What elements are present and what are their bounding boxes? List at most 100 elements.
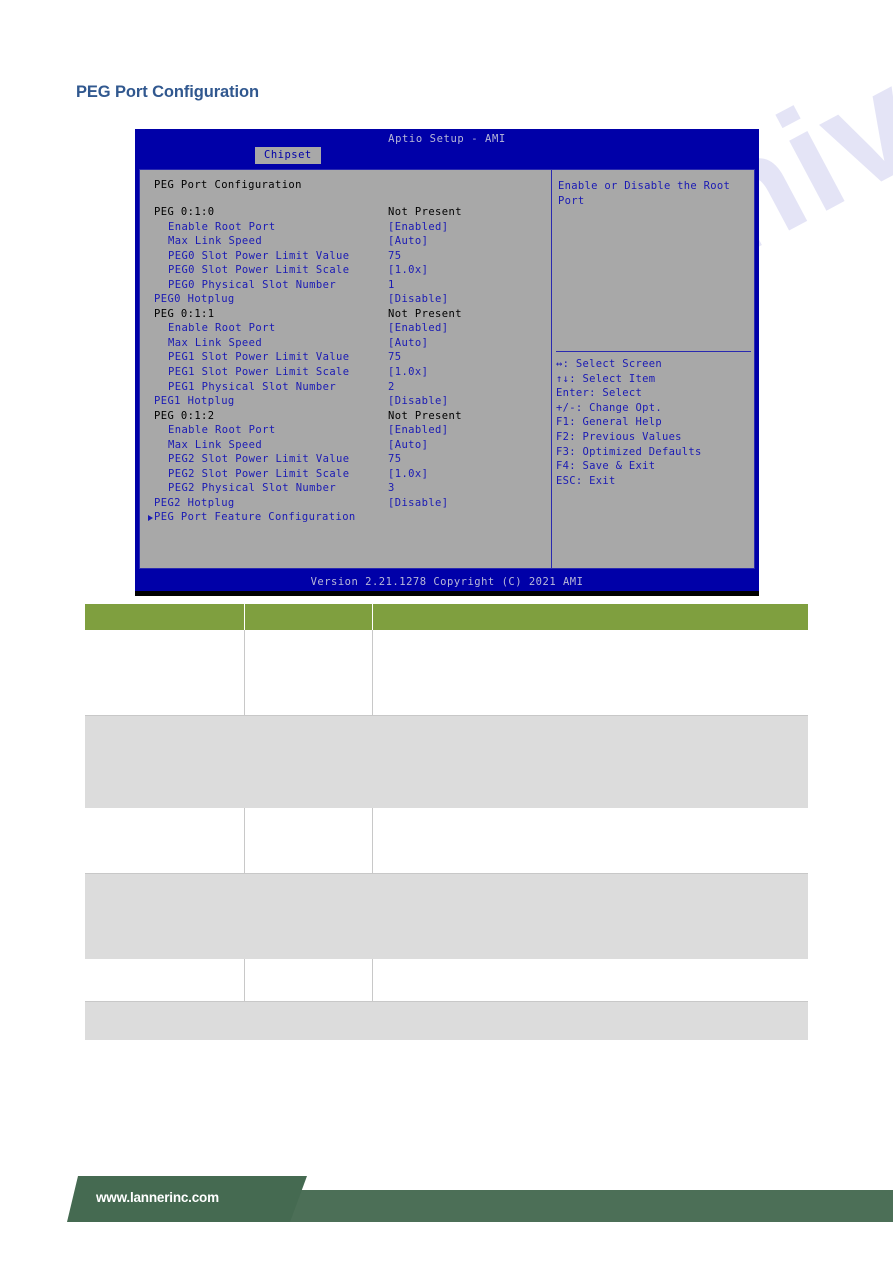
help-key-item: ↔: Select Screen	[556, 358, 662, 370]
table-row	[85, 1001, 808, 1040]
bios-menu-item-label: PEG2 Hotplug	[154, 496, 235, 509]
bios-menu-item[interactable]: PEG 0:1:0 Not Present	[140, 206, 551, 221]
bios-menu-item-value[interactable]: [Enabled]	[388, 221, 449, 233]
bios-menu-item[interactable]: PEG0 Slot Power Limit Value 75	[140, 250, 551, 265]
bios-tab-strip: Chipset	[135, 147, 759, 166]
bios-menu-item[interactable]: PEG2 Slot Power Limit Scale [1.0x]	[140, 468, 551, 483]
bios-menu-item-value[interactable]: [1.0x]	[388, 264, 428, 276]
bios-menu-item-label: PEG1 Physical Slot Number	[168, 380, 337, 393]
bios-menu-item-label: PEG0 Hotplug	[154, 293, 235, 306]
table-row	[85, 630, 808, 716]
bios-menu-item-value[interactable]: 75	[388, 351, 401, 363]
bios-menu-item-label: Max Link Speed	[168, 235, 263, 248]
bios-menu-item-value[interactable]: 75	[388, 250, 401, 262]
bios-screenshot: Aptio Setup - AMI Chipset PEG Port Confi…	[135, 129, 759, 596]
bios-menu-item[interactable]: PEG0 Hotplug [Disable]	[140, 293, 551, 308]
bios-menu-item-value[interactable]: [Disable]	[388, 293, 449, 305]
help-separator	[556, 351, 751, 352]
help-key-item: +/-: Change Opt.	[556, 401, 662, 414]
table-cell	[85, 873, 808, 959]
bios-menu-item[interactable]: PEG2 Physical Slot Number 3	[140, 482, 551, 497]
bios-menu-item[interactable]: Enable Root Port [Enabled]	[140, 424, 551, 439]
bios-version-footer: Version 2.21.1278 Copyright (C) 2021 AMI	[310, 576, 584, 588]
bios-menu-item-label: PEG2 Physical Slot Number	[168, 482, 337, 495]
bios-menu-item[interactable]: PEG0 Slot Power Limit Scale [1.0x]	[140, 264, 551, 279]
bios-menu-item[interactable]: PEG2 Hotplug [Disable]	[140, 497, 551, 512]
bios-menu-item-label: PEG2 Slot Power Limit Scale	[168, 467, 350, 480]
bios-menu-item-label: Max Link Speed	[168, 438, 263, 451]
help-key-item: F1: General Help	[556, 416, 662, 429]
bios-menu-item-value[interactable]: 3	[388, 482, 395, 494]
bios-menu-item-label: PEG 0:1:2	[154, 409, 215, 422]
bios-menu-item[interactable]: PEG 0:1:1 Not Present	[140, 308, 551, 323]
bios-help-panel: Enable or Disable the Root Port ↔: Selec…	[552, 170, 755, 568]
menu-heading: PEG Port Configuration	[154, 179, 302, 191]
bios-title: Aptio Setup - AMI	[388, 133, 506, 145]
table-header-cell	[372, 604, 808, 630]
bios-menu-item-value[interactable]: [Auto]	[388, 337, 428, 349]
bios-menu-item-value[interactable]: Not Present	[388, 308, 462, 320]
table-cell	[244, 630, 373, 716]
table-cell	[244, 807, 373, 874]
table-row	[85, 873, 808, 959]
bios-menu-list: PEG 0:1:0 Not Present Enable Root Port [Ena…	[140, 206, 551, 526]
tab-chipset[interactable]: Chipset	[255, 147, 321, 164]
help-description: Enable or Disable the Root Port	[558, 180, 731, 207]
bios-menu-item[interactable]: PEG 0:1:2 Not Present	[140, 410, 551, 425]
table-cell	[85, 630, 245, 716]
bios-menu-item[interactable]: PEG0 Physical Slot Number 1	[140, 279, 551, 294]
bios-menu-item-value[interactable]: [Disable]	[388, 395, 449, 407]
bios-menu-item-label: PEG1 Hotplug	[154, 395, 235, 408]
page-footer: www.lannerinc.com	[0, 1168, 893, 1226]
table-cell	[372, 807, 808, 874]
bios-menu-item-label: PEG0 Slot Power Limit Scale	[168, 264, 350, 277]
spec-table	[85, 604, 808, 1040]
bios-menu-item[interactable]: Enable Root Port [Enabled]	[140, 221, 551, 236]
help-key-item: F2: Previous Values	[556, 430, 682, 443]
bios-menu-item-value[interactable]: 2	[388, 381, 395, 393]
bios-menu-item[interactable]: PEG2 Slot Power Limit Value 75	[140, 453, 551, 468]
bios-menu-item-value[interactable]: 75	[388, 453, 401, 465]
bios-menu-item-value[interactable]: [Auto]	[388, 235, 428, 247]
footer-website-link[interactable]: www.lannerinc.com	[96, 1190, 219, 1205]
bios-menu-item[interactable]: Max Link Speed [Auto]	[140, 337, 551, 352]
bios-menu-item[interactable]: Max Link Speed [Auto]	[140, 439, 551, 454]
bios-menu-item[interactable]: Max Link Speed [Auto]	[140, 235, 551, 250]
table-cell	[85, 958, 245, 1002]
bios-menu-item-value[interactable]: [Auto]	[388, 439, 428, 451]
chevron-right-icon	[148, 515, 153, 522]
bios-menu-item-label: PEG0 Slot Power Limit Value	[168, 249, 350, 262]
bios-menu-item-label: Enable Root Port	[168, 424, 276, 437]
help-key-item: F4: Save & Exit	[556, 460, 656, 473]
bios-menu-item-value[interactable]: Not Present	[388, 206, 462, 218]
table-header-row	[85, 604, 808, 630]
bios-menu-item-value[interactable]: [1.0x]	[388, 366, 428, 378]
table-row	[85, 715, 808, 808]
bios-menu-panel: PEG Port Configuration PEG 0:1:0 Not Pres…	[140, 170, 551, 568]
bios-menu-item[interactable]: Enable Root Port [Enabled]	[140, 322, 551, 337]
bios-menu-item-label: PEG 0:1:0	[154, 206, 215, 218]
bios-menu-item[interactable]: PEG1 Slot Power Limit Value 75	[140, 351, 551, 366]
bios-menu-item-label: PEG0 Physical Slot Number	[168, 278, 337, 291]
bios-menu-item-value[interactable]: [Enabled]	[388, 322, 449, 334]
table-cell	[244, 958, 373, 1002]
bios-menu-item-value[interactable]: 1	[388, 279, 395, 291]
help-key-item: ESC: Exit	[556, 474, 616, 487]
bios-menu-item[interactable]: PEG1 Hotplug [Disable]	[140, 395, 551, 410]
bios-menu-item-value[interactable]: [Enabled]	[388, 424, 449, 436]
table-cell	[372, 958, 808, 1002]
bios-menu-item[interactable]: PEG1 Slot Power Limit Scale [1.0x]	[140, 366, 551, 381]
table-header-cell	[244, 604, 373, 630]
table-header-cell	[85, 604, 245, 630]
table-body	[85, 630, 808, 1040]
table-cell	[372, 630, 808, 716]
bios-menu-item-value[interactable]: [Disable]	[388, 497, 449, 509]
table-head	[85, 604, 808, 630]
help-key-item: ↑↓: Select Item	[556, 372, 656, 385]
bios-menu-item[interactable]: PEG Port Feature Configuration	[140, 511, 551, 526]
bios-menu-item-label: PEG2 Slot Power Limit Value	[168, 453, 350, 466]
bios-menu-item[interactable]: PEG1 Physical Slot Number 2	[140, 381, 551, 396]
bios-menu-item-value[interactable]: [1.0x]	[388, 468, 428, 480]
bios-menu-item-value[interactable]: Not Present	[388, 410, 462, 422]
help-key-list: ↔: Select Screen ↑↓: Select Item Enter: Se…	[556, 358, 754, 489]
